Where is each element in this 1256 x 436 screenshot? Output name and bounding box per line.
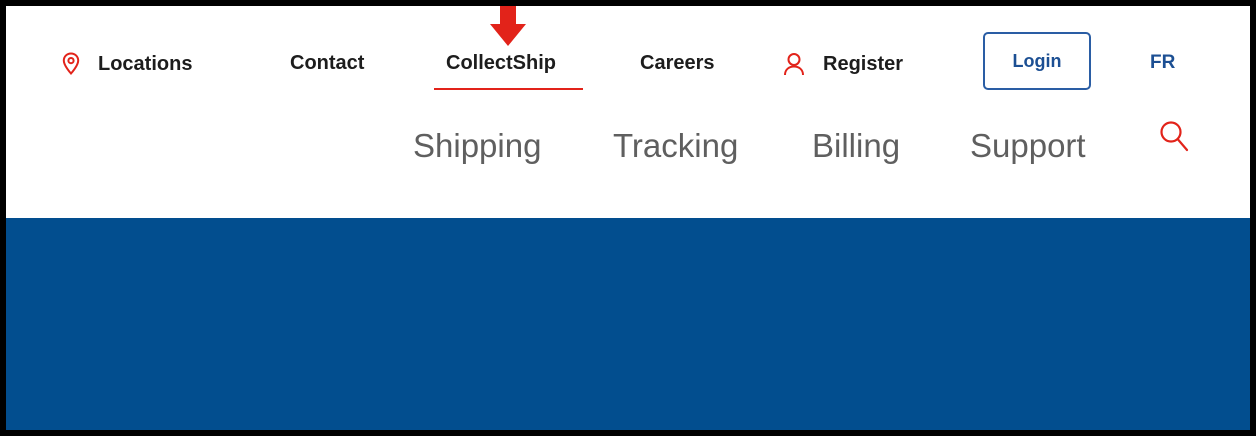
login-button[interactable]: Login: [983, 32, 1091, 90]
main-nav-billing[interactable]: Billing: [812, 127, 900, 165]
user-icon: [783, 52, 805, 76]
main-nav-shipping[interactable]: Shipping: [413, 127, 541, 165]
site-header: Locations Contact CollectShip Careers Re…: [6, 6, 1250, 218]
search-icon[interactable]: [1159, 119, 1189, 153]
utility-nav-register[interactable]: Register: [783, 52, 903, 76]
utility-nav-contact[interactable]: Contact: [290, 52, 364, 75]
utility-nav-careers[interactable]: Careers: [640, 52, 715, 75]
utility-nav-locations-label: Locations: [98, 52, 193, 75]
utility-nav-careers-label: Careers: [640, 52, 715, 74]
utility-nav-locations[interactable]: Locations: [62, 52, 192, 76]
main-nav-support[interactable]: Support: [970, 127, 1086, 165]
active-nav-underline: [434, 88, 583, 90]
utility-nav-register-label: Register: [823, 52, 904, 75]
page-frame: Locations Contact CollectShip Careers Re…: [0, 0, 1256, 436]
utility-nav-contact-label: Contact: [290, 52, 365, 74]
utility-nav-collectship-label: CollectShip: [446, 52, 557, 74]
language-toggle[interactable]: FR: [1150, 52, 1175, 74]
hero-banner: [6, 218, 1250, 430]
map-pin-icon: [62, 52, 80, 76]
main-nav-tracking[interactable]: Tracking: [613, 127, 738, 165]
utility-nav-collectship[interactable]: CollectShip: [446, 52, 556, 75]
red-down-arrow-annotation: [490, 6, 526, 46]
